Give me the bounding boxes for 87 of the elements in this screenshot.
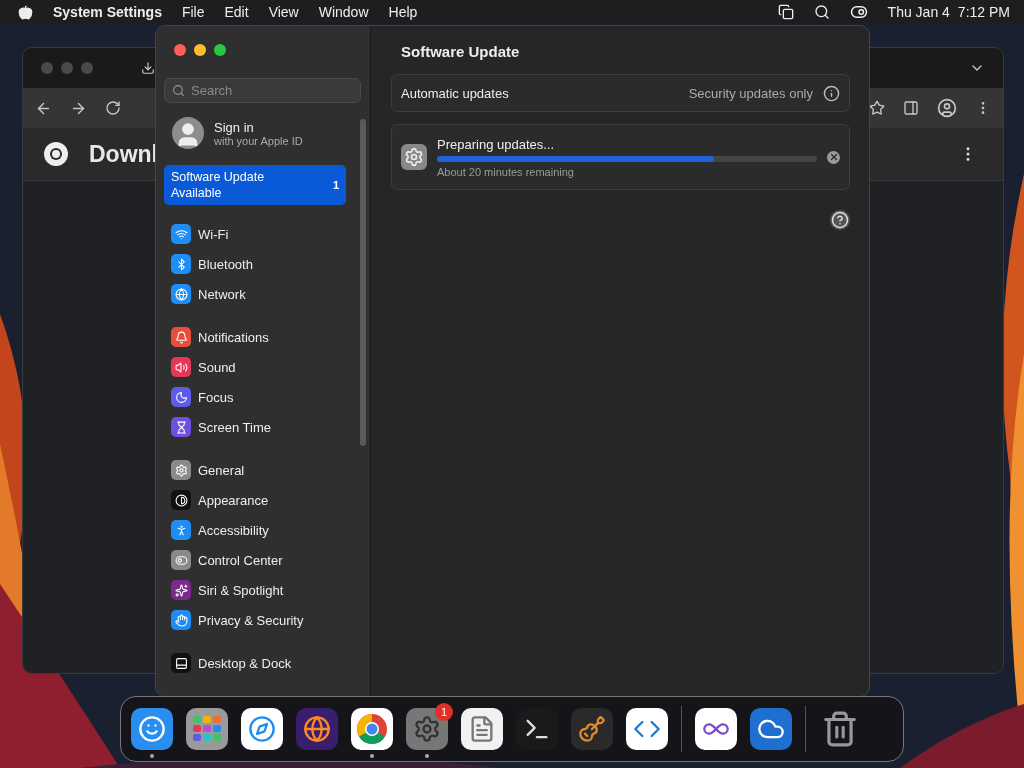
dock-item[interactable] bbox=[351, 708, 393, 750]
info-icon[interactable] bbox=[823, 84, 840, 102]
sidebar-item[interactable]: Screen Time bbox=[164, 412, 346, 442]
avatar-icon[interactable] bbox=[172, 117, 204, 149]
screen-mirroring-icon[interactable] bbox=[777, 4, 794, 20]
dock-item[interactable] bbox=[241, 708, 283, 750]
account-subtitle: with your Apple ID bbox=[214, 134, 303, 147]
moon-icon bbox=[171, 387, 191, 407]
minimize-button[interactable] bbox=[194, 44, 206, 56]
browser-logo-icon bbox=[43, 141, 69, 167]
menu-item[interactable]: File bbox=[181, 4, 205, 20]
dock-item[interactable] bbox=[626, 708, 668, 750]
control-center-icon[interactable] bbox=[849, 3, 868, 21]
help-button[interactable] bbox=[830, 210, 850, 230]
cancel-button[interactable] bbox=[827, 150, 840, 164]
toggle-icon bbox=[171, 550, 191, 570]
search-icon bbox=[172, 84, 185, 97]
dock-item[interactable] bbox=[296, 708, 338, 750]
sidebar-item[interactable]: Appearance bbox=[164, 485, 346, 515]
sidebar-item[interactable]: Bluetooth bbox=[164, 249, 346, 279]
close-button[interactable] bbox=[174, 44, 186, 56]
menu-bar-date[interactable]: Thu Jan 4 bbox=[887, 4, 950, 20]
menu-item[interactable]: Help bbox=[388, 4, 418, 20]
face-icon bbox=[138, 715, 166, 743]
wheel-icon bbox=[356, 713, 388, 745]
bell-icon bbox=[171, 327, 191, 347]
sidebar-item[interactable]: Desktop & Dock bbox=[164, 648, 346, 678]
window-title: Software Update bbox=[400, 42, 521, 62]
apple-icon[interactable] bbox=[18, 4, 33, 20]
menu-item[interactable]: Edit bbox=[224, 4, 249, 20]
grid-icon bbox=[192, 716, 222, 742]
sidebar-item[interactable]: Sound bbox=[164, 352, 346, 382]
notification-badge: 1 bbox=[435, 703, 453, 721]
hourglass-icon bbox=[171, 417, 191, 437]
trash-icon bbox=[821, 710, 859, 748]
speaker-icon bbox=[171, 357, 191, 377]
zoom-button[interactable] bbox=[214, 44, 226, 56]
accessibility-icon bbox=[171, 520, 191, 540]
search-icon[interactable] bbox=[813, 4, 830, 20]
sidebar-item[interactable]: Siri & Spotlight bbox=[164, 575, 346, 605]
menu-bar-clock[interactable]: 7:12 PM bbox=[957, 4, 1010, 20]
sidebar-item[interactable]: Notifications bbox=[164, 322, 346, 352]
globe-icon bbox=[303, 715, 331, 743]
compass-icon bbox=[248, 715, 276, 743]
account-name[interactable]: Sign in bbox=[214, 119, 303, 135]
sidebar-item[interactable]: Wi-Fi bbox=[164, 219, 346, 249]
progress-title: Preparing updates... bbox=[437, 136, 556, 152]
sidebar-item[interactable]: Focus bbox=[164, 382, 346, 412]
hand-icon bbox=[171, 610, 191, 630]
search-field[interactable]: Search bbox=[164, 78, 361, 103]
gear-icon bbox=[401, 144, 427, 170]
dock-item[interactable] bbox=[461, 708, 503, 750]
gear-icon bbox=[171, 460, 191, 480]
dock-item[interactable] bbox=[695, 708, 737, 750]
menu-item[interactable]: View bbox=[268, 4, 299, 20]
sidebar-item[interactable]: Privacy & Security bbox=[164, 605, 346, 635]
dock-item[interactable] bbox=[571, 708, 613, 750]
bluetooth-icon bbox=[171, 254, 191, 274]
progress-subtitle: About 20 minutes remaining bbox=[437, 165, 575, 178]
profile-icon[interactable] bbox=[937, 98, 957, 118]
menu-item[interactable]: System Settings bbox=[53, 4, 162, 20]
star-icon[interactable] bbox=[869, 100, 885, 116]
download-icon[interactable] bbox=[141, 61, 155, 75]
globe-icon bbox=[171, 284, 191, 304]
sidebar-item[interactable]: Control Center bbox=[164, 545, 346, 575]
dock-item[interactable] bbox=[750, 708, 792, 750]
dock-item[interactable] bbox=[186, 708, 228, 750]
wifi-icon bbox=[171, 224, 191, 244]
row-value: Security updates only bbox=[688, 85, 813, 101]
guitar-icon bbox=[578, 715, 606, 743]
dock-item[interactable] bbox=[516, 708, 558, 750]
sidebar-item[interactable]: Accessibility bbox=[164, 515, 346, 545]
menu-item[interactable]: Window bbox=[318, 4, 369, 20]
contrast-icon bbox=[171, 490, 191, 510]
siri-icon bbox=[171, 580, 191, 600]
row-label: Automatic updates bbox=[401, 85, 510, 101]
page-title: Downl bbox=[89, 140, 158, 168]
sidebar-item[interactable]: General bbox=[164, 455, 346, 485]
dock-icon bbox=[171, 653, 191, 673]
sidebar-item[interactable]: Network bbox=[164, 279, 346, 309]
update-count: 1 bbox=[332, 179, 339, 191]
scrollbar[interactable] bbox=[360, 119, 366, 446]
sidebar-item[interactable]: Software Update Available 1 bbox=[164, 165, 346, 205]
dock-item[interactable] bbox=[131, 708, 173, 750]
gear-icon bbox=[413, 715, 441, 743]
reload-icon[interactable] bbox=[105, 100, 121, 116]
side-panel-icon[interactable] bbox=[903, 100, 919, 116]
